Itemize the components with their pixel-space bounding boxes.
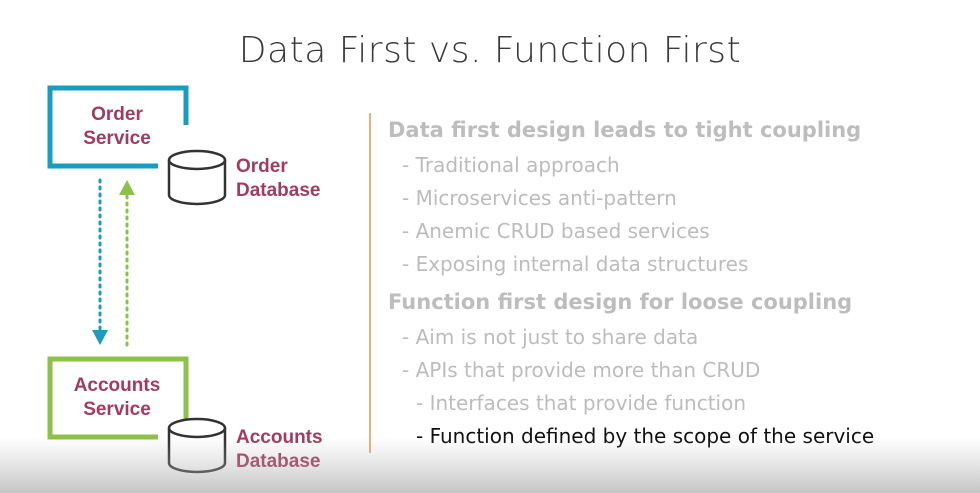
list-item-active: - Function defined by the scope of the s… [416, 424, 875, 448]
list-item: - Microservices anti-pattern [402, 186, 677, 210]
list-item: - Exposing internal data structures [402, 252, 749, 276]
order-service-label: Order Service [83, 104, 151, 149]
list-item: - Aim is not just to share data [402, 325, 699, 349]
accounts-database-label: Accounts Database [236, 427, 323, 472]
arrow-up-icon [119, 180, 135, 347]
arrow-down-icon [92, 178, 108, 345]
list-item: - Interfaces that provide function [416, 391, 747, 415]
order-database-label: Order Database [236, 156, 321, 201]
heading-function-first: Function first design for loose coupling [388, 290, 853, 314]
order-database-icon [167, 149, 227, 206]
list-item: - APIs that provide more than CRUD [402, 358, 761, 382]
accounts-service-label: Accounts Service [73, 375, 161, 420]
heading-data-first: Data first design leads to tight couplin… [388, 118, 862, 142]
list-item: - Anemic CRUD based services [402, 219, 710, 243]
vertical-divider [369, 113, 371, 453]
accounts-database-icon [167, 417, 227, 474]
list-item: - Traditional approach [402, 153, 620, 177]
